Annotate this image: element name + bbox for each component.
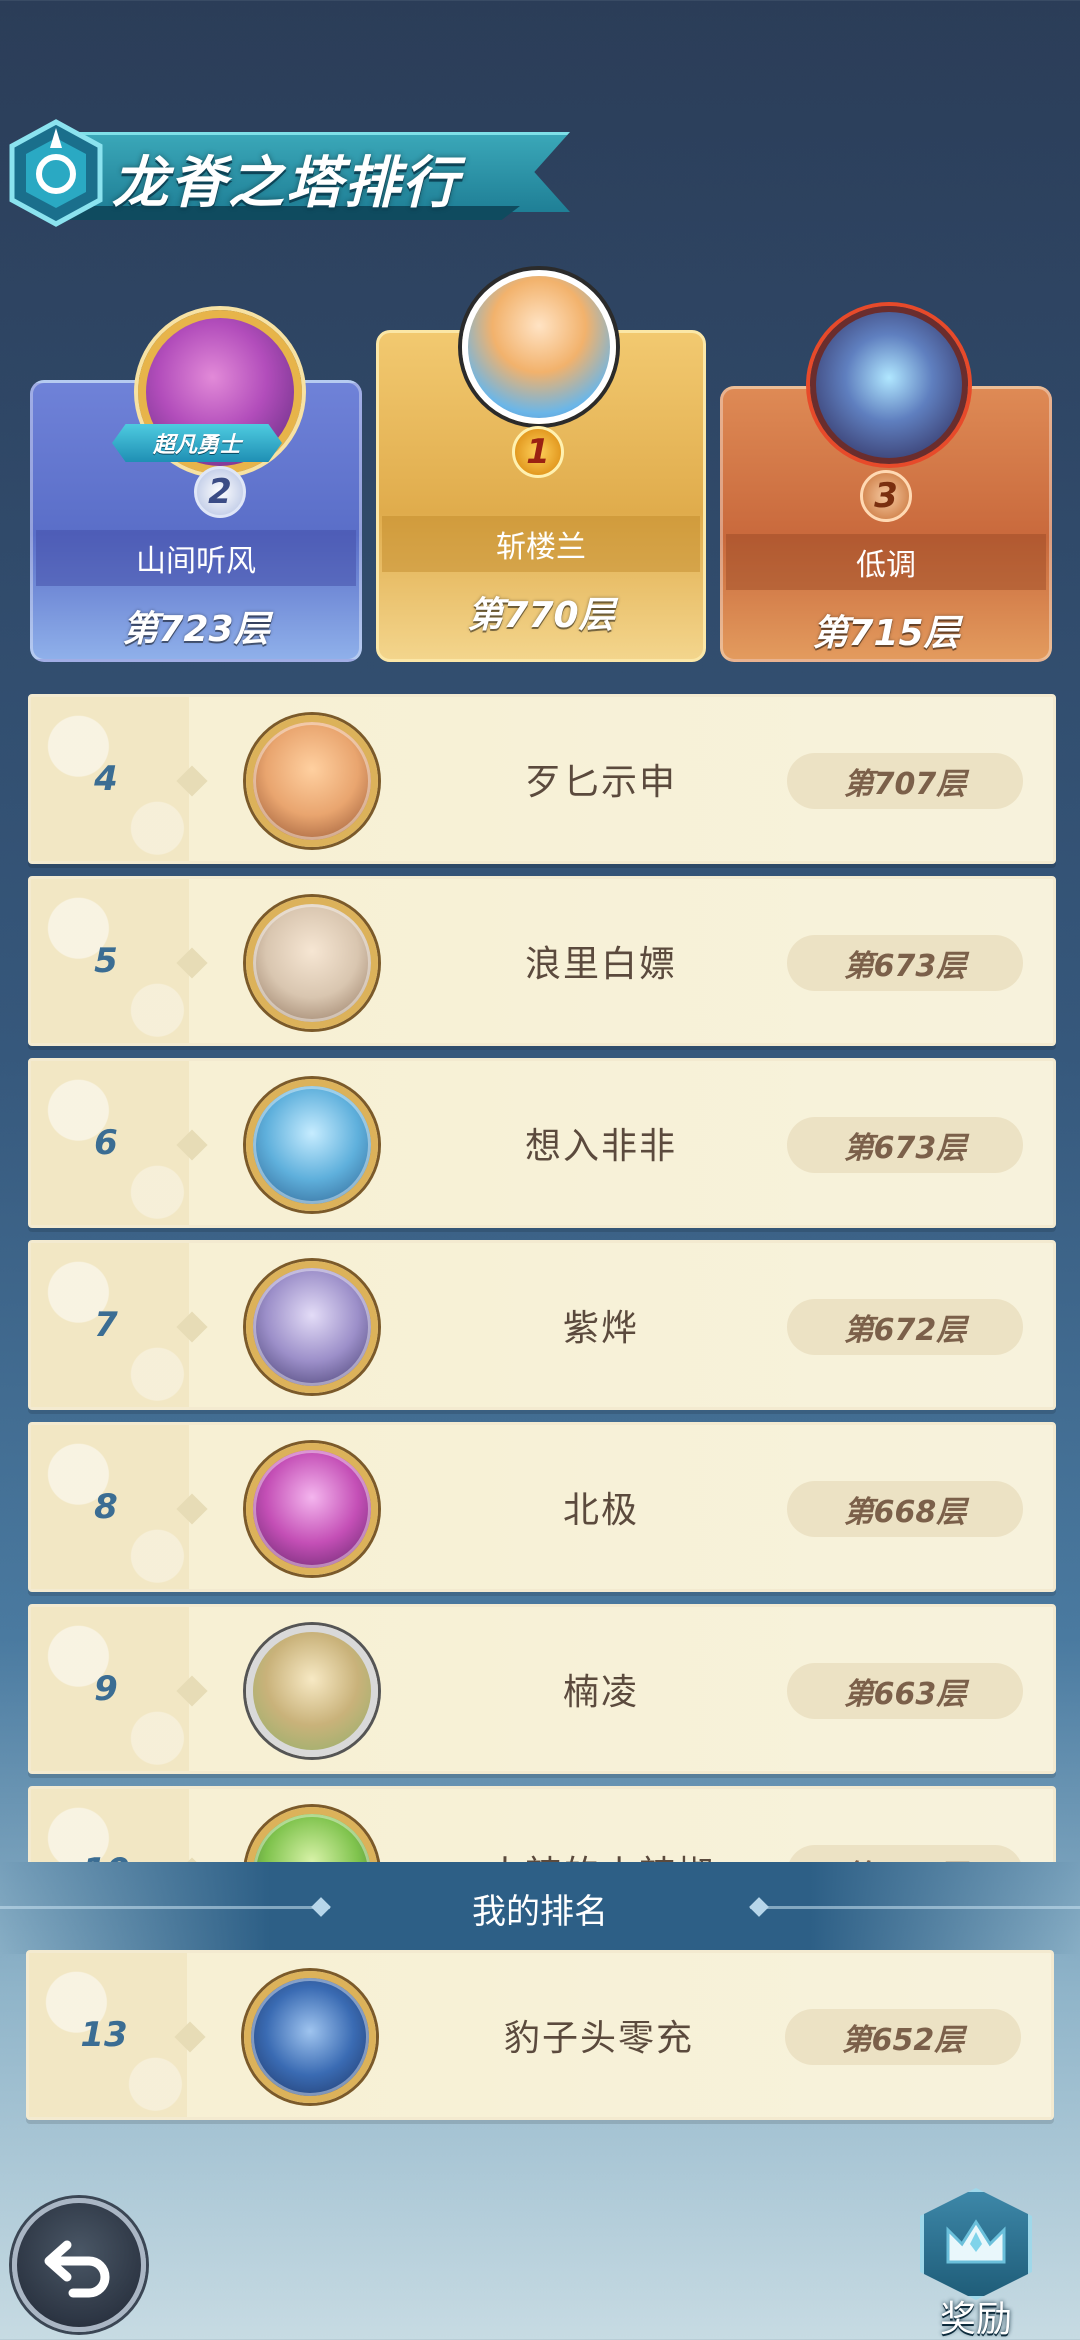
title-badge: 超凡勇士 — [112, 424, 282, 462]
avatar — [244, 1971, 376, 2103]
title-banner: 龙脊之塔排行 — [0, 110, 580, 230]
player-name: 想入非非 — [524, 1126, 677, 1167]
my-rank-row[interactable]: 13 豹子头零充 第652层 — [26, 1950, 1054, 2120]
avatar — [246, 897, 378, 1029]
avatar — [246, 715, 378, 847]
reward-button[interactable]: 奖励 — [906, 2188, 1046, 2340]
player-name: 山间听风 — [36, 530, 356, 586]
player-name: 斩楼兰 — [382, 516, 700, 572]
list-item[interactable]: 5 浪里白嫖 第673层 — [28, 876, 1056, 1046]
rank-medal: 1 — [512, 426, 564, 478]
tower-emblem-icon — [9, 119, 103, 227]
list-item[interactable]: 9 楠凌 第663层 — [28, 1604, 1056, 1774]
rank-number: 9 — [94, 1669, 118, 1709]
floor-value: 第668层 — [787, 1481, 1023, 1537]
ranking-list[interactable]: 4 歹匕示申 第707层 5 浪里白嫖 第673层 6 想入非非 第673层 7… — [0, 690, 1080, 1862]
my-rank-label: 我的排名 — [472, 1891, 608, 1932]
floor-value: 第707层 — [787, 753, 1023, 809]
podium-rank-1[interactable]: 1 斩楼兰 第770层 — [376, 270, 706, 662]
rank-medal: 2 — [194, 466, 246, 518]
player-name: 豹子头零充 — [503, 2018, 694, 2059]
rank-number: 6 — [94, 1123, 118, 1163]
list-item[interactable]: 8 北极 第668层 — [28, 1422, 1056, 1592]
avatar — [246, 1443, 378, 1575]
player-name: 北极 — [562, 1490, 639, 1531]
rank-number: 13 — [80, 2015, 128, 2055]
player-name: 楠凌 — [562, 1672, 639, 1713]
list-item[interactable]: 4 歹匕示申 第707层 — [28, 694, 1056, 864]
floor-value: 第673层 — [787, 935, 1023, 991]
floor-value: 第673层 — [787, 1117, 1023, 1173]
avatar — [246, 1807, 378, 1862]
floor-value: 第770层 — [467, 595, 615, 636]
floor-value: 第672层 — [787, 1299, 1023, 1355]
list-item[interactable]: 10 火辣的小辣椒 第656层 — [28, 1786, 1056, 1862]
back-button[interactable] — [12, 2198, 146, 2332]
avatar — [462, 270, 616, 424]
floor-value: 第723层 — [122, 609, 270, 650]
player-name: 火辣的小辣椒 — [391, 1789, 811, 1862]
rank-number: 8 — [94, 1487, 118, 1527]
floor-value: 第652层 — [785, 2009, 1021, 2065]
avatar — [246, 1261, 378, 1393]
back-arrow-icon — [44, 2240, 110, 2298]
rank-number: 5 — [94, 941, 118, 981]
rank-medal: 3 — [860, 470, 912, 522]
player-name: 低调 — [726, 534, 1046, 590]
floor-value: 第656层 — [787, 1845, 1023, 1862]
avatar — [246, 1625, 378, 1757]
floor-value: 第663层 — [787, 1663, 1023, 1719]
podium-rank-2[interactable]: 超凡勇士 2 山间听风 第723层 — [30, 310, 362, 662]
podium-rank-3[interactable]: 3 低调 第715层 — [720, 306, 1052, 662]
avatar — [246, 1079, 378, 1211]
rank-number: 4 — [94, 759, 118, 799]
list-item[interactable]: 6 想入非非 第673层 — [28, 1058, 1056, 1228]
list-item[interactable]: 7 紫烨 第672层 — [28, 1240, 1056, 1410]
player-name: 浪里白嫖 — [524, 944, 677, 985]
reward-label: 奖励 — [939, 2299, 1012, 2340]
avatar — [810, 306, 968, 464]
rank-number: 7 — [94, 1305, 118, 1345]
crown-shield-icon — [920, 2188, 1032, 2300]
my-rank-header: 我的排名 — [0, 1862, 1080, 1954]
floor-value: 第715层 — [812, 613, 960, 654]
player-name: 紫烨 — [562, 1308, 639, 1349]
page-title: 龙脊之塔排行 — [112, 151, 460, 216]
rank-number: 10 — [31, 1789, 181, 1862]
player-name: 歹匕示申 — [524, 762, 677, 803]
